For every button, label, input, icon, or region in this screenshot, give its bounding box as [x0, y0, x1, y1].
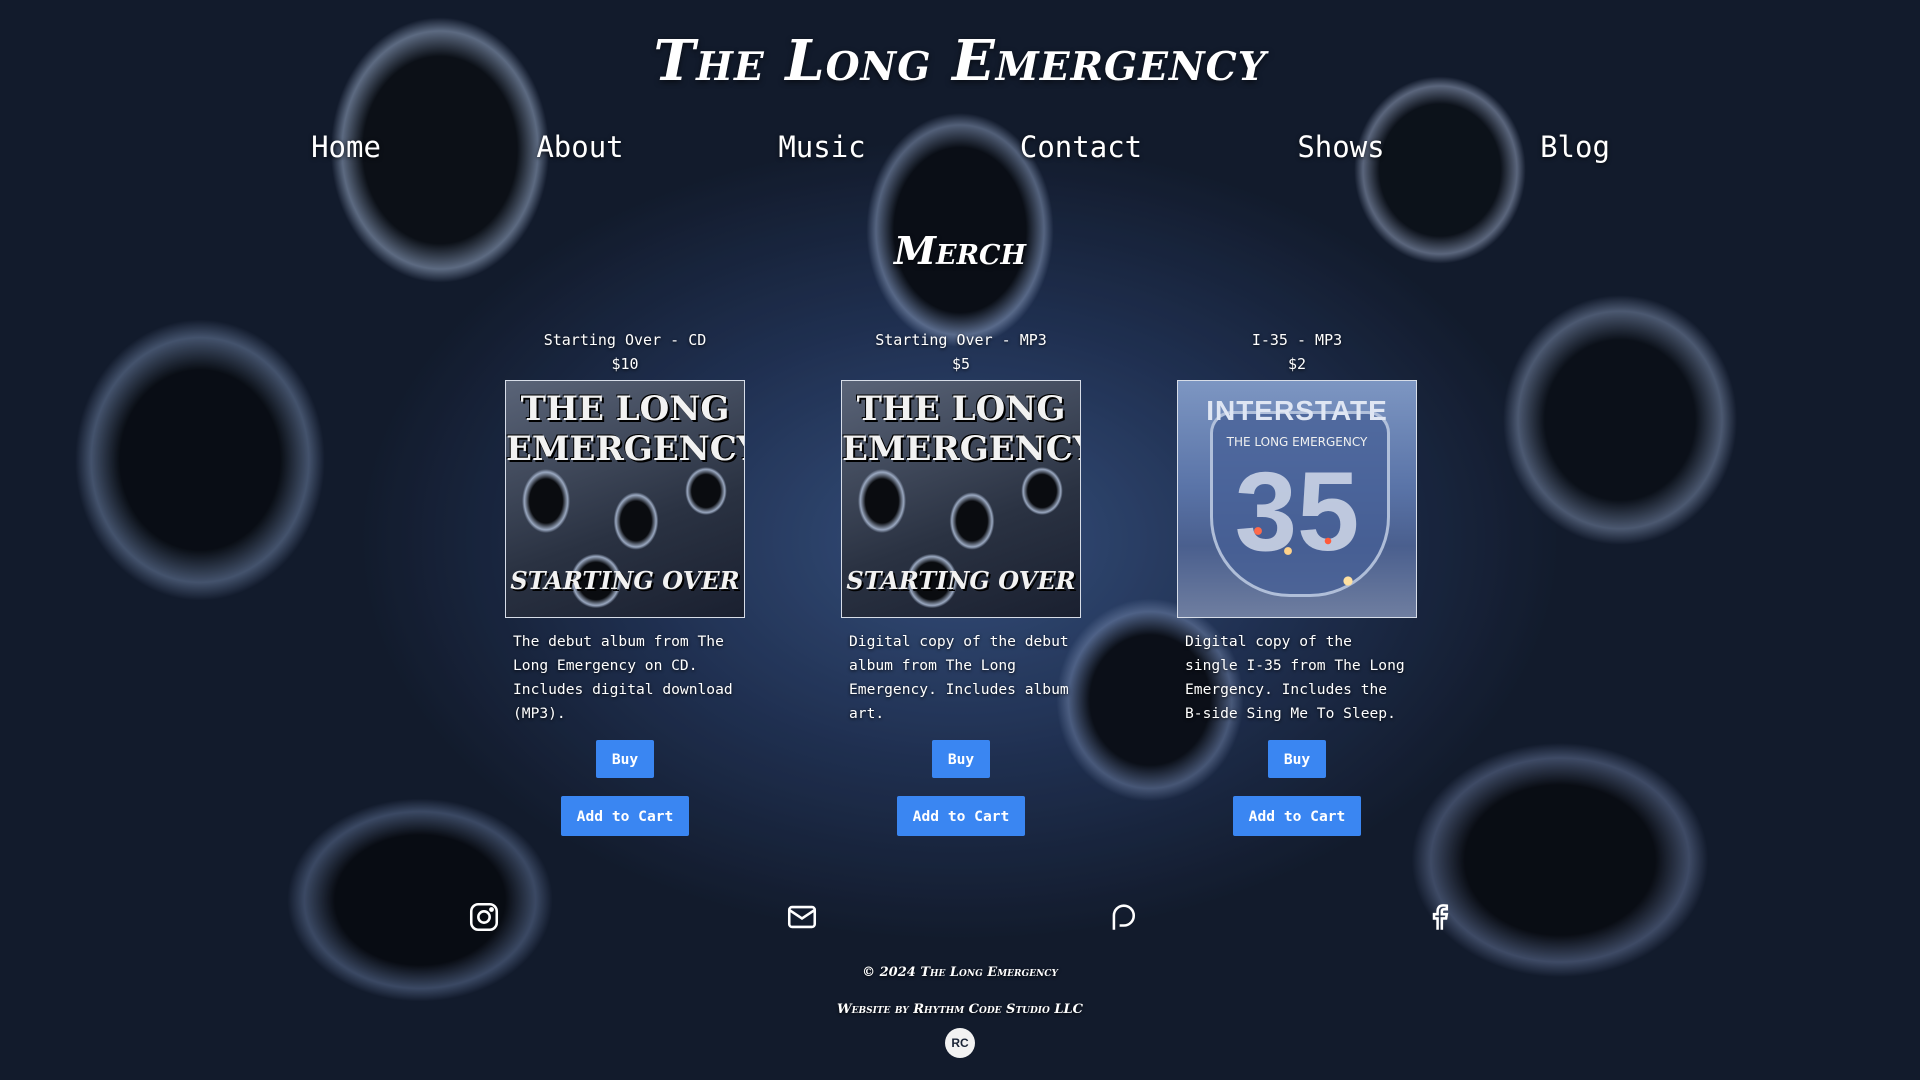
add-to-cart-button[interactable]: Add to Cart [897, 796, 1025, 836]
main-nav: Home About Music Contact Shows Blog [0, 130, 1920, 180]
product-card-single: I-35 - MP3 $2 INTERSTATE THE LONG EMERGE… [1177, 328, 1417, 836]
cover-subtitle-text: STARTING OVER [846, 566, 1076, 595]
buy-button[interactable]: Buy [1268, 740, 1326, 778]
buy-button[interactable]: Buy [932, 740, 990, 778]
credit-link[interactable]: Website by Rhythm Code Studio LLC [0, 1002, 1920, 1017]
copyright-text: © 2024 The Long Emergency [862, 965, 1058, 980]
cover-title-text: THE LONG EMERGENCY [506, 389, 745, 469]
product-description: Digital copy of the single I-35 from The… [1185, 633, 1405, 722]
single-cover-image[interactable]: INTERSTATE THE LONG EMERGENCY 35 [1177, 380, 1417, 618]
product-card-mp3: Starting Over - MP3 $5 THE LONG EMERGENC… [841, 328, 1081, 836]
cover-subtitle-text: STARTING OVER [510, 566, 740, 595]
nav-home[interactable]: Home [311, 130, 381, 164]
nav-shows[interactable]: Shows [1297, 130, 1384, 164]
product-name: Starting Over - CD [543, 331, 707, 349]
traffic-lights-graphic [1238, 511, 1358, 591]
merch-heading: Merch [893, 228, 1027, 273]
mail-icon[interactable] [785, 900, 819, 934]
product-price: $10 [611, 355, 639, 373]
nav-music[interactable]: Music [778, 130, 865, 164]
facebook-icon[interactable] [1422, 900, 1456, 934]
buy-button[interactable]: Buy [596, 740, 654, 778]
product-description: The debut album from The Long Emergency … [513, 633, 733, 722]
product-price: $2 [1287, 355, 1307, 373]
add-to-cart-button[interactable]: Add to Cart [1233, 796, 1361, 836]
product-price: $5 [951, 355, 971, 373]
site-title[interactable]: The Long Emergency [0, 28, 1920, 94]
nav-contact[interactable]: Contact [1020, 130, 1142, 164]
product-card-cd: Starting Over - CD $10 THE LONG EMERGENC… [505, 328, 745, 836]
product-description: Digital copy of the debut album from The… [849, 633, 1069, 722]
product-name: I-35 - MP3 [1251, 331, 1343, 349]
album-cover-image[interactable]: THE LONG EMERGENCY STARTING OVER [841, 380, 1081, 618]
cover-title-text: INTERSTATE [1206, 395, 1388, 426]
cover-title-text: THE LONG EMERGENCY [842, 389, 1081, 469]
product-name: Starting Over - MP3 [875, 331, 1047, 349]
nav-about[interactable]: About [536, 130, 623, 164]
instagram-icon[interactable] [467, 900, 501, 934]
patreon-icon[interactable] [1104, 900, 1138, 934]
album-cover-image[interactable]: THE LONG EMERGENCY STARTING OVER [505, 380, 745, 618]
add-to-cart-button[interactable]: Add to Cart [561, 796, 689, 836]
nav-blog[interactable]: Blog [1540, 130, 1610, 164]
studio-logo-icon[interactable]: RC [945, 1028, 975, 1058]
